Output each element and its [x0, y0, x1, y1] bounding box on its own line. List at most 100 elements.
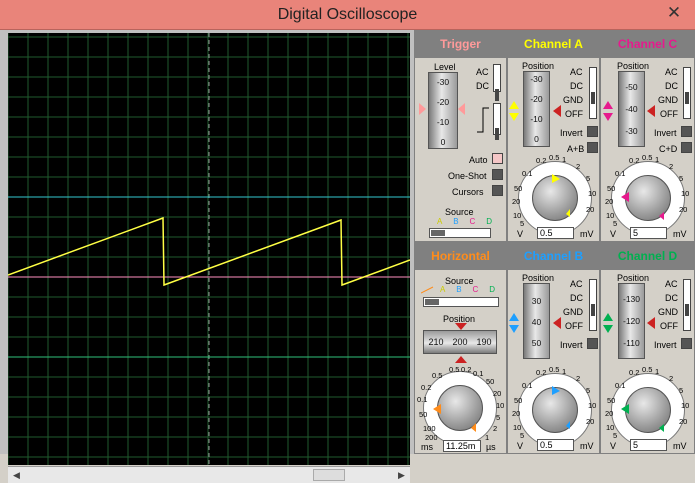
- horizontal-dial-tick: 0.5: [449, 365, 460, 374]
- channel-b-unit-mv: mV: [580, 441, 594, 451]
- channel-b-dial-tick: 50: [514, 396, 523, 405]
- channel-c-dial-tick: 5: [613, 219, 618, 228]
- trigger-title: Trigger: [415, 31, 506, 58]
- channel-a-dial-tick: 0.1: [522, 169, 533, 178]
- channel-c-dial-tick: 0.5: [642, 153, 653, 162]
- channel-a-invert-toggle[interactable]: [587, 126, 598, 137]
- channel-a-dial-tick: 1: [562, 155, 567, 164]
- scope-screen: [8, 33, 410, 465]
- channel-d-dial-tick: 0.5: [642, 365, 653, 374]
- horizontal-dial-tick: 10: [496, 401, 505, 410]
- scroll-thumb[interactable]: [313, 469, 345, 481]
- horizontal-unit-ms: ms: [421, 442, 433, 452]
- channel-b-invert-toggle[interactable]: [587, 338, 598, 349]
- scroll-left-icon[interactable]: ◀: [8, 467, 25, 483]
- trigger-coupling-switch[interactable]: [493, 64, 501, 101]
- channel-b-panel: Channel B Position 30 40 50 AC DC GND OF…: [507, 242, 600, 454]
- channel-d-dial-tick: 20: [605, 409, 614, 418]
- channel-a-dial-tick: 5: [586, 174, 591, 183]
- horizontal-knob-markers-icon: [433, 404, 476, 432]
- channel-a-dial-tick: 2: [576, 162, 581, 171]
- channel-b-unit-v: V: [517, 441, 524, 451]
- level-label: Level: [434, 62, 456, 72]
- horizontal-dial-tick: 100: [423, 424, 436, 433]
- horizontal-dial-tick: 50: [486, 377, 495, 386]
- channel-a-value-field[interactable]: 0.5: [537, 227, 574, 239]
- channel-b-off-label: OFF: [565, 321, 583, 331]
- title-bar: Digital Oscilloscope ✕: [0, 0, 695, 30]
- channel-b-dial-tick: 0.2: [536, 368, 547, 377]
- channel-d-dial-tick: 20: [679, 417, 688, 426]
- channel-a-dial-tick: 0.2: [536, 156, 547, 165]
- channel-d-unit-v: V: [610, 441, 617, 451]
- channel-c-unit-v: V: [610, 229, 617, 239]
- channel-a-dial-tick: 20: [512, 197, 521, 206]
- scroll-right-icon[interactable]: ▶: [393, 467, 410, 483]
- channel-c-unit-mv: mV: [673, 229, 687, 239]
- channel-d-unit-mv: mV: [673, 441, 687, 451]
- channel-b-invert-label: Invert: [560, 340, 583, 350]
- channel-c-value-field[interactable]: 5: [630, 227, 667, 239]
- channel-c-position-label: Position: [617, 61, 650, 71]
- channel-a-knob-markers-icon: [552, 174, 570, 217]
- horizontal-time-value-field[interactable]: 11.25m: [443, 440, 481, 452]
- channel-a-off-label: OFF: [565, 109, 583, 119]
- horizontal-dial-tick: 20: [493, 389, 502, 398]
- close-icon[interactable]: ✕: [663, 3, 685, 23]
- channel-d-dial-tick: 0.1: [615, 381, 626, 390]
- channel-d-title: Channel D: [601, 243, 694, 270]
- trigger-panel: Trigger Level -30 -20 -10 0 AC DC Auto O…: [414, 30, 507, 242]
- channel-d-position-label: Position: [617, 273, 650, 283]
- channel-b-value-field[interactable]: 0.5: [537, 439, 574, 451]
- channel-c-coupling-switch[interactable]: [683, 67, 691, 119]
- trigger-edge-switch[interactable]: [493, 103, 501, 140]
- channel-a-dial-tick: 5: [520, 219, 525, 228]
- channel-d-dial-tick: 1: [655, 367, 660, 376]
- horizontal-dial-tick: 0.1: [473, 369, 484, 378]
- horizontal-source-slider[interactable]: [423, 297, 499, 307]
- channel-a-dial-tick: 0.5: [549, 153, 560, 162]
- channel-c-combine-toggle[interactable]: [681, 142, 692, 153]
- channel-b-gnd-label: GND: [563, 307, 583, 317]
- channel-b-position-arrows-icon: [509, 313, 561, 333]
- trigger-dc-label: DC: [476, 81, 489, 91]
- channel-d-coupling-switch[interactable]: [683, 279, 691, 331]
- horizontal-scrollbar[interactable]: ◀ ▶: [8, 466, 410, 483]
- channel-c-dial-tick: 50: [607, 184, 616, 193]
- channel-c-off-label: OFF: [660, 109, 678, 119]
- horizontal-title: Horizontal: [415, 243, 506, 270]
- channel-b-dial-tick: 10: [588, 401, 597, 410]
- horizontal-dial-tick: 1: [485, 433, 490, 442]
- channel-b-ac-label: AC: [570, 279, 583, 289]
- channel-c-title: Channel C: [601, 31, 694, 58]
- channel-c-panel: Channel C Position -50 -40 -30 AC DC GND…: [600, 30, 695, 242]
- channel-a-combine-label: A+B: [567, 144, 585, 154]
- channel-c-invert-toggle[interactable]: [681, 126, 692, 137]
- channel-c-dial-tick: 10: [681, 189, 690, 198]
- channel-a-coupling-switch[interactable]: [589, 67, 597, 119]
- channel-d-invert-label: Invert: [654, 340, 677, 350]
- channel-d-invert-toggle[interactable]: [681, 338, 692, 349]
- channel-a-ac-label: AC: [570, 67, 583, 77]
- channel-a-gnd-label: GND: [563, 95, 583, 105]
- channel-b-title: Channel B: [508, 243, 599, 270]
- channel-c-dial-tick: 20: [679, 205, 688, 214]
- channel-b-coupling-switch[interactable]: [589, 279, 597, 331]
- channel-d-dial-tick: 10: [681, 401, 690, 410]
- channel-d-value-field[interactable]: 5: [630, 439, 667, 451]
- channel-a-dial-tick: 20: [586, 205, 595, 214]
- channel-c-invert-label: Invert: [654, 128, 677, 138]
- trigger-source-slider[interactable]: [429, 228, 491, 238]
- channel-b-dial-tick: 5: [586, 386, 591, 395]
- one-shot-toggle[interactable]: [492, 169, 503, 180]
- trigger-source-letters: ABCD: [437, 217, 492, 226]
- channel-c-knob-markers-icon: [621, 192, 664, 220]
- cursors-toggle[interactable]: [492, 185, 503, 196]
- horizontal-source-letters: ABCD: [440, 285, 495, 294]
- channel-b-dial-tick: 2: [576, 374, 581, 383]
- channel-a-combine-toggle[interactable]: [587, 142, 598, 153]
- horizontal-dial-tick: 5: [496, 413, 501, 422]
- auto-toggle[interactable]: [492, 153, 503, 164]
- channel-b-knob-markers-icon: [552, 386, 570, 429]
- channel-a-unit-mv: mV: [580, 229, 594, 239]
